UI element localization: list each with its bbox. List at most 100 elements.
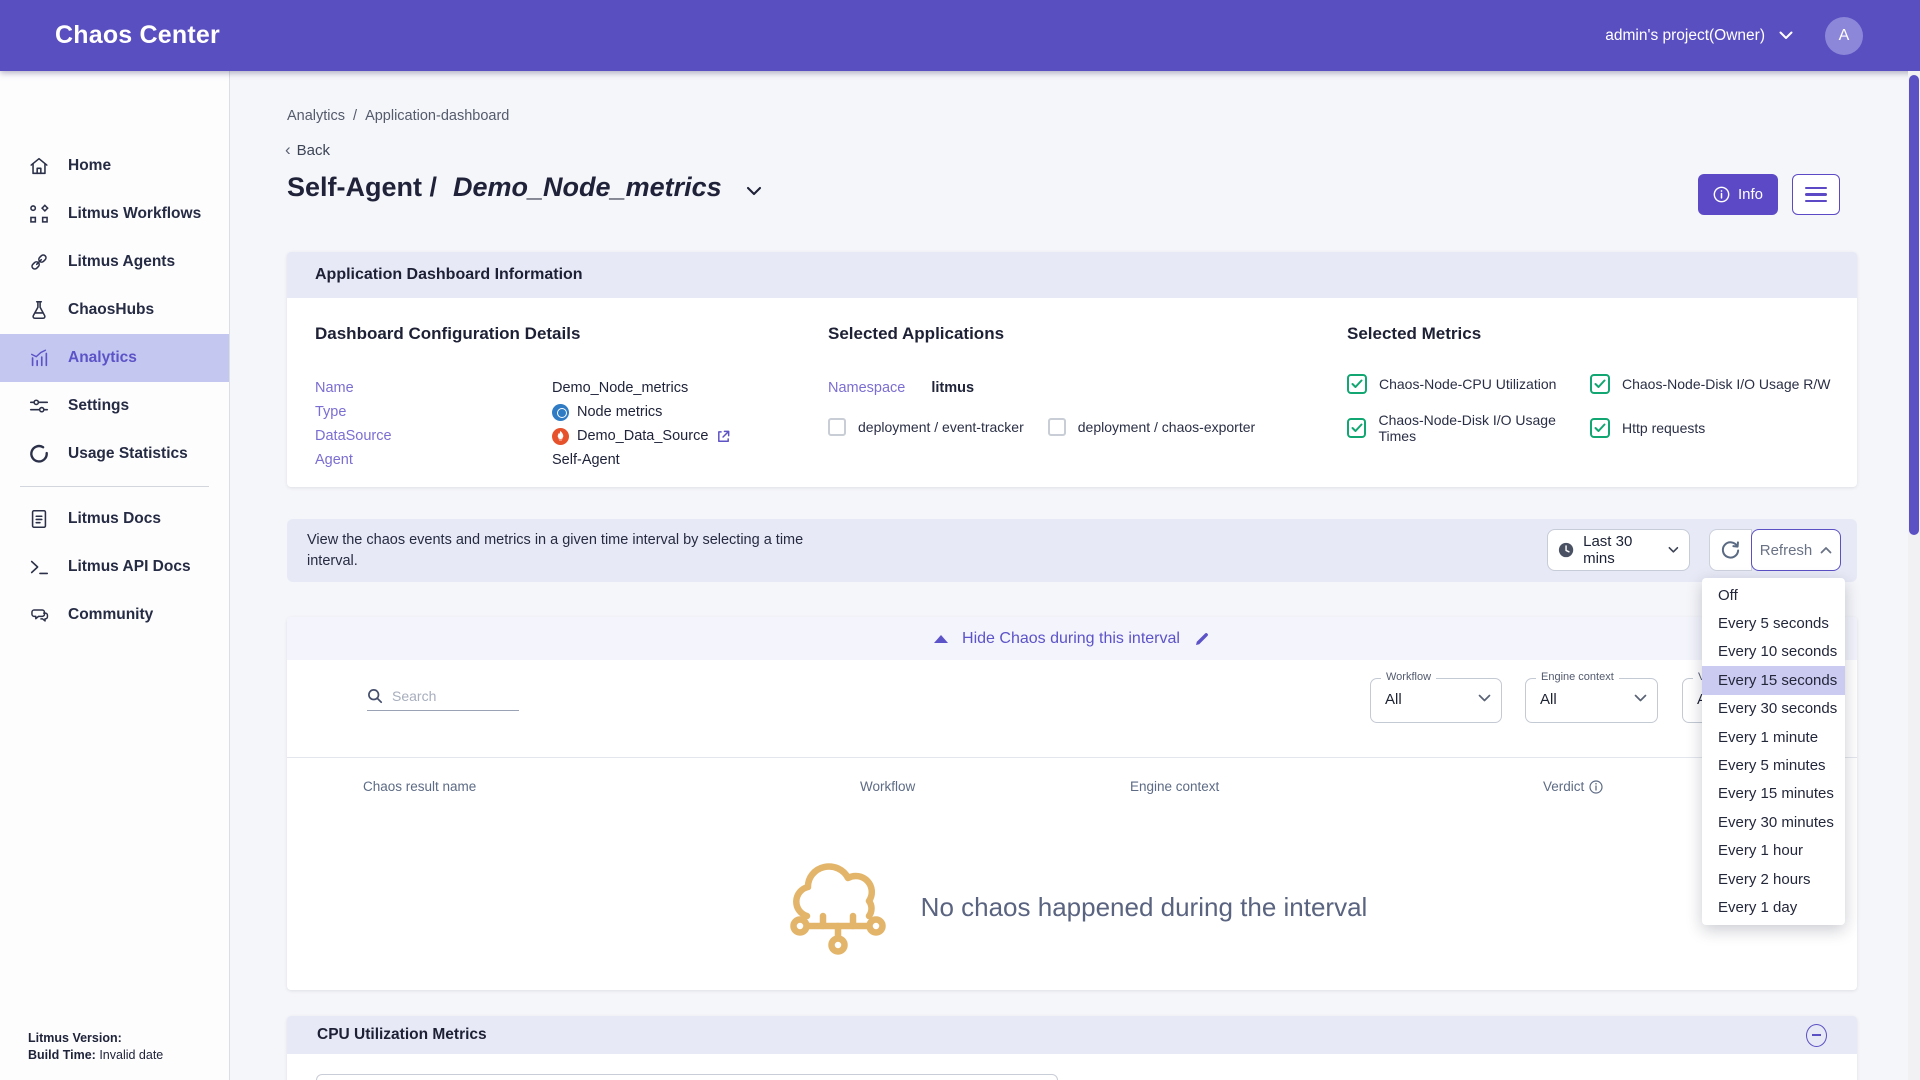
metric-checkbox-cpu[interactable]: Chaos-Node-CPU Utilization (1347, 374, 1590, 394)
metric-checkbox-http[interactable]: Http requests (1590, 412, 1831, 444)
cpu-utilization-section: CPU Utilization Metrics (287, 1016, 1857, 1080)
title-dashboard-name: Demo_Node_metrics (453, 172, 722, 203)
menu-option-30s[interactable]: Every 30 seconds (1702, 695, 1845, 723)
sidebar-item-chaoshubs[interactable]: ChaosHubs (0, 286, 229, 334)
checkbox-event-tracker[interactable]: deployment / event-tracker (828, 418, 1024, 436)
menu-option-1d[interactable]: Every 1 day (1702, 893, 1845, 921)
build-time-label: Build Time: (28, 1048, 96, 1062)
page-title: Self-Agent / Demo_Node_metrics (287, 172, 762, 203)
project-selector-label[interactable]: admin's project(Owner) (1605, 27, 1765, 45)
search-input[interactable] (392, 688, 502, 704)
scrollbar-track[interactable] (1908, 71, 1920, 1080)
sidebar-item-label: ChaosHubs (68, 301, 154, 319)
menu-option-15m[interactable]: Every 15 minutes (1702, 780, 1845, 808)
chevron-down-icon (1478, 694, 1491, 703)
info-button-label: Info (1738, 186, 1763, 203)
menu-option-10s[interactable]: Every 10 seconds (1702, 638, 1845, 666)
avatar[interactable]: A (1825, 17, 1863, 55)
section-title: Selected Metrics (1347, 324, 1831, 344)
breadcrumb-separator: / (353, 108, 357, 124)
metric-checkbox-disk-rw[interactable]: Chaos-Node-Disk I/O Usage R/W (1590, 374, 1831, 394)
edit-pencil-icon[interactable] (1194, 631, 1210, 647)
breadcrumb-analytics[interactable]: Analytics (287, 108, 345, 124)
sidebar-item-label: Litmus Docs (68, 510, 161, 528)
checkbox-checked-icon (1347, 374, 1367, 394)
menu-option-2h[interactable]: Every 2 hours (1702, 865, 1845, 893)
top-header: Chaos Center admin's project(Owner) A (0, 0, 1920, 71)
workflows-icon (28, 203, 50, 225)
checkbox-chaos-exporter[interactable]: deployment / chaos-exporter (1048, 418, 1255, 436)
sidebar-item-litmus-docs[interactable]: Litmus Docs (0, 495, 229, 543)
back-label: Back (297, 142, 330, 159)
sidebar-item-settings[interactable]: Settings (0, 382, 229, 430)
sidebar-item-home[interactable]: Home (0, 142, 229, 190)
menu-option-5m[interactable]: Every 5 minutes (1702, 751, 1845, 779)
scrollbar-thumb[interactable] (1909, 75, 1919, 535)
sidebar-item-label: Usage Statistics (68, 445, 188, 463)
selected-metrics: Selected Metrics Chaos-Node-CPU Utilizat… (1347, 324, 1831, 444)
menu-option-1h[interactable]: Every 1 hour (1702, 837, 1845, 865)
column-header-workflow: Workflow (860, 779, 915, 794)
chevron-down-icon (1634, 694, 1647, 703)
info-button[interactable]: Info (1698, 174, 1778, 215)
checkbox-unchecked-icon (828, 418, 846, 436)
engine-context-filter[interactable]: Engine context All (1525, 678, 1658, 723)
cpu-section-title: CPU Utilization Metrics (317, 1026, 487, 1044)
menu-option-off[interactable]: Off (1702, 581, 1845, 609)
prometheus-icon (552, 428, 569, 445)
table-divider (287, 757, 1857, 758)
breadcrumb-application-dashboard[interactable]: Application-dashboard (365, 108, 509, 124)
metric-checkbox-disk-times[interactable]: Chaos-Node-Disk I/O Usage Times (1347, 412, 1590, 444)
menu-option-30m[interactable]: Every 30 minutes (1702, 808, 1845, 836)
sidebar-item-label: Settings (68, 397, 129, 415)
collapse-section-button[interactable] (1806, 1024, 1827, 1047)
usage-statistics-icon (28, 443, 50, 465)
column-header-result-name: Chaos result name (363, 779, 476, 794)
sidebar-item-label: Analytics (68, 349, 137, 367)
selected-applications: Selected Applications Namespace litmus d… (828, 324, 1255, 436)
minus-icon (1812, 1034, 1821, 1036)
empty-state: No chaos happened during the interval (287, 845, 1857, 970)
search-field[interactable] (367, 688, 519, 711)
sidebar-item-litmus-api-docs[interactable]: Litmus API Docs (0, 543, 229, 591)
dashboard-menu-button[interactable] (1792, 174, 1840, 215)
collapse-arrow-icon[interactable] (934, 635, 948, 643)
panel-title: Application Dashboard Information (287, 252, 1857, 298)
refresh-now-button[interactable] (1709, 529, 1752, 571)
document-icon (28, 508, 50, 530)
node-metrics-icon (552, 404, 569, 421)
config-row-name: Name Demo_Node_metrics (315, 376, 731, 400)
home-icon (28, 155, 50, 177)
sidebar-item-usage-statistics[interactable]: Usage Statistics (0, 430, 229, 478)
cpu-panel-partial-control[interactable] (316, 1074, 1058, 1080)
sidebar-item-litmus-agents[interactable]: Litmus Agents (0, 238, 229, 286)
menu-option-1m[interactable]: Every 1 minute (1702, 723, 1845, 751)
menu-option-15s[interactable]: Every 15 seconds (1702, 666, 1845, 694)
app-title: Chaos Center (55, 21, 220, 50)
external-link-icon[interactable] (716, 429, 731, 444)
namespace-label: Namespace (828, 380, 905, 396)
chevron-down-icon[interactable] (746, 186, 762, 196)
checkbox-checked-icon (1590, 418, 1610, 438)
time-range-select[interactable]: Last 30 mins (1547, 529, 1690, 571)
back-link[interactable]: ‹ Back (285, 140, 330, 160)
hide-chaos-toggle[interactable]: Hide Chaos during this interval (962, 630, 1180, 648)
config-row-datasource: DataSource Demo_Data_Source (315, 424, 731, 448)
analytics-icon (28, 347, 50, 369)
sidebar-divider (20, 486, 209, 487)
sidebar-item-litmus-workflows[interactable]: Litmus Workflows (0, 190, 229, 238)
info-icon[interactable] (1589, 780, 1603, 794)
workflow-filter[interactable]: Workflow All (1370, 678, 1502, 723)
chevron-left-icon: ‹ (285, 140, 291, 160)
column-header-verdict: Verdict (1543, 779, 1603, 794)
chevron-down-icon (1668, 546, 1679, 554)
flask-icon (28, 299, 50, 321)
menu-option-5s[interactable]: Every 5 seconds (1702, 609, 1845, 637)
refresh-rate-dropdown[interactable]: Refresh (1751, 529, 1841, 571)
sidebar-item-community[interactable]: Community (0, 591, 229, 639)
community-icon (28, 604, 50, 626)
sidebar-item-analytics[interactable]: Analytics (0, 334, 229, 382)
chevron-down-icon[interactable] (1779, 31, 1793, 40)
refresh-icon (1720, 540, 1741, 561)
sidebar-item-label: Litmus Workflows (68, 205, 201, 223)
